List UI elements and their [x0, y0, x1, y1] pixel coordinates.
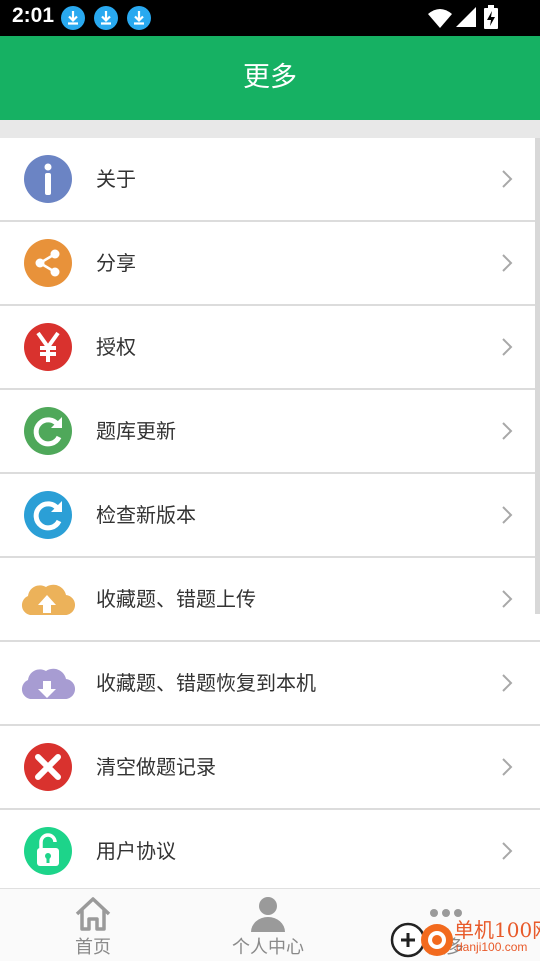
refresh-icon — [24, 491, 72, 539]
menu-item-clear-records[interactable]: 清空做题记录 — [0, 726, 540, 810]
menu-item-label: 收藏题、错题上传 — [96, 586, 256, 611]
watermark-logo: 单机100网 danji100.com — [390, 914, 540, 960]
share-icon — [24, 239, 72, 287]
cloud-download-icon — [21, 668, 76, 700]
info-icon — [24, 155, 72, 203]
menu-item-restore-favorites[interactable]: 收藏题、错题恢复到本机 — [0, 642, 540, 726]
menu-item-label: 关于 — [96, 166, 136, 191]
status-bar: 2:01 — [0, 0, 540, 36]
tab-home[interactable]: 首页 — [3, 889, 183, 961]
person-icon — [251, 897, 285, 932]
watermark-url: danji100.com — [456, 940, 528, 954]
menu-item-label: 收藏题、错题恢复到本机 — [96, 670, 316, 695]
watermark-gamepad-icon — [390, 922, 453, 958]
download-icon — [127, 6, 151, 30]
app-header: 更多 — [0, 36, 540, 120]
chevron-right-icon — [502, 506, 513, 524]
menu-item-label: 授权 — [96, 334, 136, 359]
tab-label: 首页 — [75, 937, 111, 958]
chevron-right-icon — [502, 170, 513, 188]
section-divider — [0, 120, 540, 138]
watermark-text: 单机100网 — [454, 918, 540, 942]
clear-icon — [24, 743, 72, 791]
download-icon — [61, 6, 85, 30]
download-icon — [94, 6, 118, 30]
refresh-icon — [24, 407, 72, 455]
menu-item-authorize[interactable]: 授权 — [0, 306, 540, 390]
tab-profile[interactable]: 个人中心 — [178, 889, 358, 961]
menu-item-label: 清空做题记录 — [96, 754, 216, 779]
tab-label: 个人中心 — [232, 937, 304, 958]
menu-list: 关于 分享 授权 题库更新 检查新版本 收藏题、错题上传 收藏题、错题恢复到本机… — [0, 138, 540, 894]
yen-icon — [24, 323, 72, 371]
menu-item-user-agreement[interactable]: 用户协议 — [0, 810, 540, 894]
scrollbar[interactable] — [535, 138, 540, 614]
chevron-right-icon — [502, 674, 513, 692]
menu-item-label: 用户协议 — [96, 838, 176, 863]
chevron-right-icon — [502, 842, 513, 860]
battery-charging-icon — [484, 5, 498, 29]
cloud-upload-icon — [21, 584, 76, 616]
chevron-right-icon — [502, 590, 513, 608]
menu-item-question-bank-update[interactable]: 题库更新 — [0, 390, 540, 474]
home-icon — [75, 897, 111, 931]
menu-item-share[interactable]: 分享 — [0, 222, 540, 306]
menu-item-upload-favorites[interactable]: 收藏题、错题上传 — [0, 558, 540, 642]
chevron-right-icon — [502, 254, 513, 272]
menu-item-about[interactable]: 关于 — [0, 138, 540, 222]
menu-item-label: 分享 — [96, 250, 136, 275]
menu-item-check-version[interactable]: 检查新版本 — [0, 474, 540, 558]
chevron-right-icon — [502, 758, 513, 776]
status-time: 2:01 — [12, 4, 55, 27]
wifi-icon — [428, 9, 452, 28]
page-title: 更多 — [243, 62, 297, 93]
menu-item-label: 题库更新 — [96, 418, 176, 443]
chevron-right-icon — [502, 338, 513, 356]
menu-item-label: 检查新版本 — [96, 502, 196, 527]
signal-icon — [456, 7, 476, 27]
lock-icon — [24, 827, 72, 875]
chevron-right-icon — [502, 422, 513, 440]
